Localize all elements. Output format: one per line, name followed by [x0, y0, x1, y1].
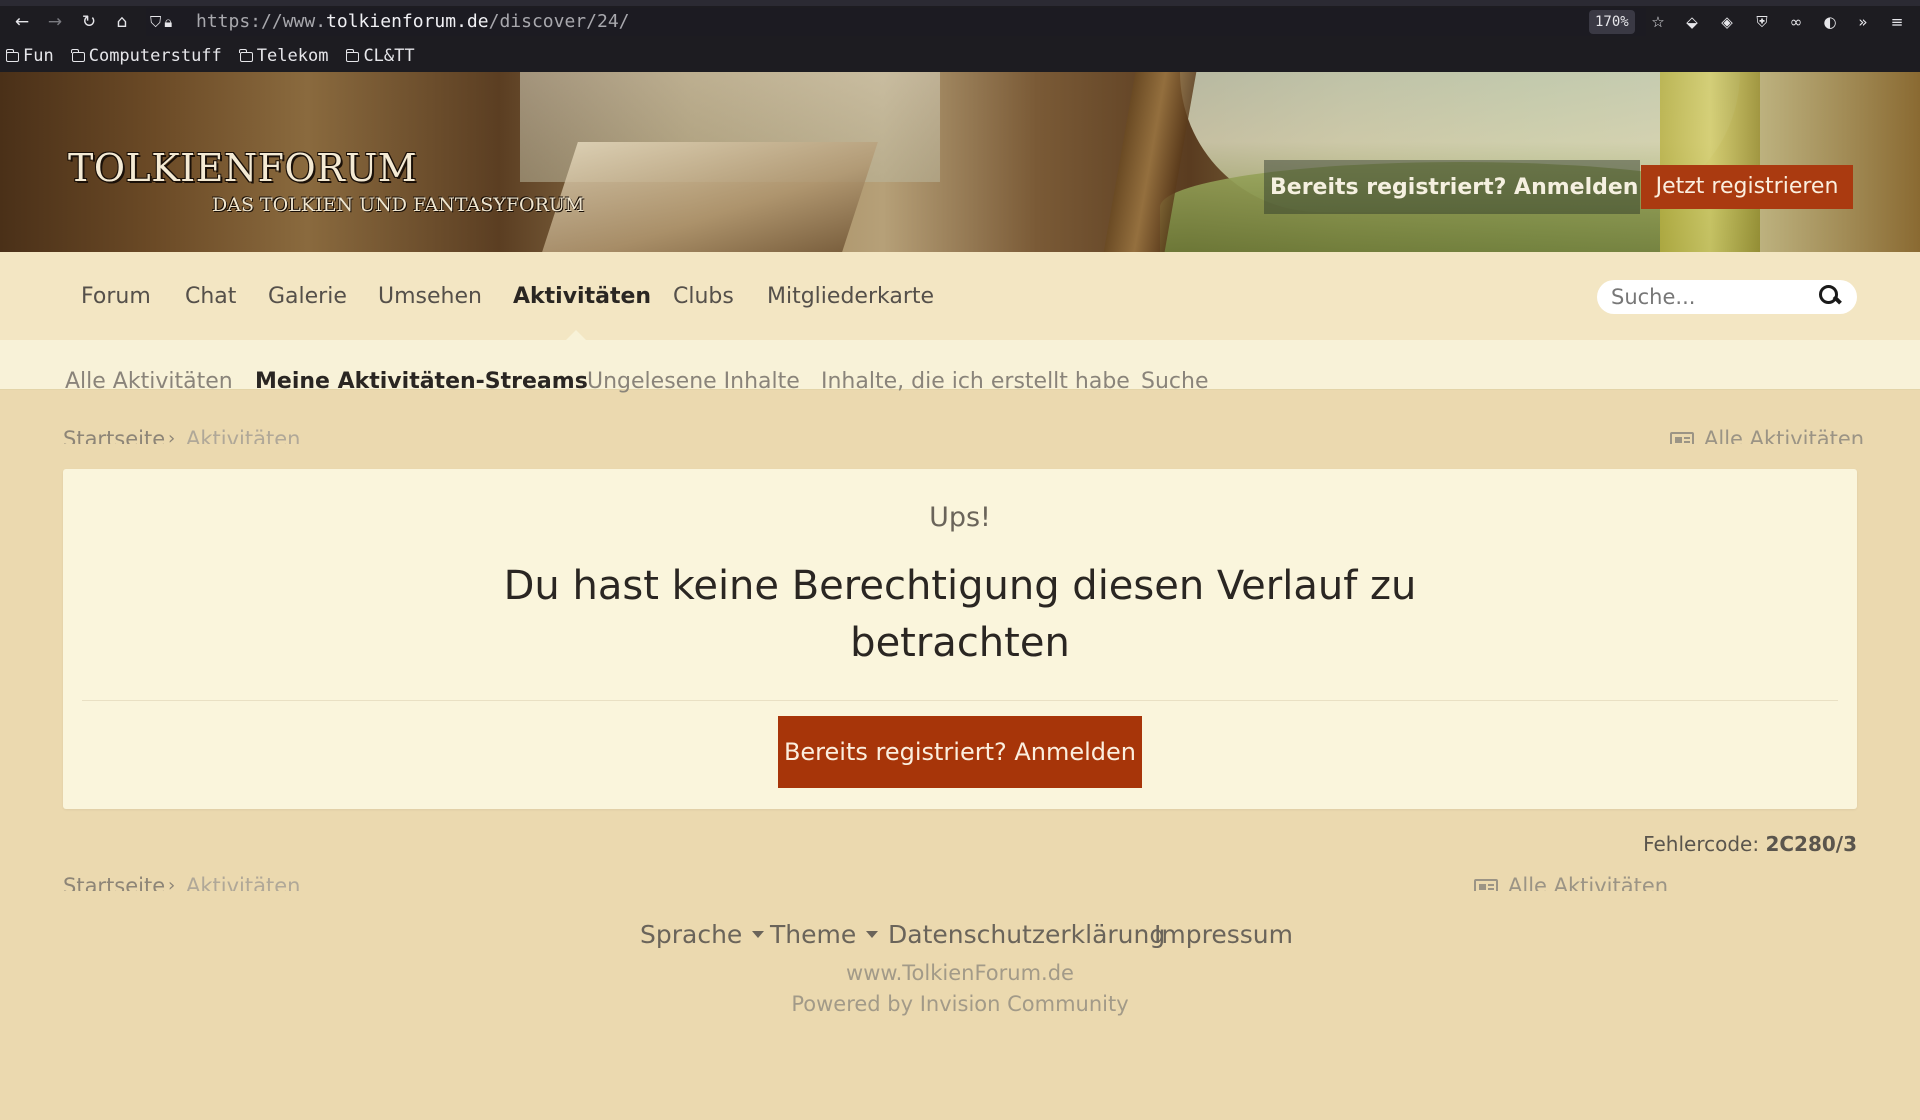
bookmark-star-icon[interactable]: ☆	[1645, 10, 1671, 34]
home-icon[interactable]: ⌂	[110, 10, 134, 34]
bookmark-folder[interactable]: Telekom	[239, 44, 328, 68]
folder-icon	[239, 49, 253, 62]
error-title: Ups!	[929, 502, 991, 533]
language-menu[interactable]: Sprache	[640, 918, 765, 952]
browser-tabstrip	[0, 0, 1920, 6]
footer-links: Sprache Theme Datenschutzerklärung Impre…	[0, 918, 1920, 952]
extension-icon[interactable]: ◈	[1714, 10, 1740, 34]
caret-down-icon	[752, 930, 765, 938]
footer-powered-by[interactable]: Powered by Invision Community	[0, 990, 1920, 1018]
signin-dropdown[interactable]: Bereits registriert? Anmelden	[1270, 172, 1661, 204]
forward-icon[interactable]: →	[43, 10, 67, 34]
tracking-protection-icon[interactable]: ⛉🔒︎	[150, 10, 175, 34]
logo-title: TOLKIENFORUM	[68, 146, 418, 190]
bookmark-folder[interactable]: Computerstuff	[71, 44, 222, 68]
subnav-item-meine-streams[interactable]: Meine Aktivitäten-Streams	[255, 366, 588, 398]
subnav-item-suche[interactable]: Suche	[1141, 366, 1208, 398]
folder-icon	[71, 49, 85, 62]
caret-down-icon	[866, 930, 879, 938]
nav-item-chat[interactable]: Chat	[185, 281, 236, 313]
error-message: Du hast keine Berechtigung diesen Verlau…	[503, 563, 1417, 666]
nav-item-umsehen[interactable]: Umsehen	[378, 281, 482, 313]
breadcrumb-separator: ›	[168, 875, 176, 891]
breadcrumb-home[interactable]: Startseite	[63, 871, 165, 891]
signin-button[interactable]: Bereits registriert? Anmelden	[778, 716, 1142, 788]
subnav-item-alle-aktivitaeten[interactable]: Alle Aktivitäten	[65, 366, 233, 398]
error-code: Fehlercode: 2C280/3	[1643, 832, 1857, 856]
newspaper-icon	[1474, 879, 1498, 891]
all-activity-link[interactable]: Alle Aktivitäten	[1474, 871, 1668, 891]
nav-item-forum[interactable]: Forum	[81, 281, 151, 313]
zoom-level[interactable]: 170%	[1589, 10, 1635, 34]
error-code-value: 2C280/3	[1765, 832, 1857, 856]
hamburger-menu-icon[interactable]: ≡	[1884, 10, 1910, 34]
banner-art	[542, 142, 878, 252]
subnav-item-ungelesene-inhalte[interactable]: Ungelesene Inhalte	[587, 366, 800, 398]
banner-art	[1660, 72, 1760, 252]
bookmark-folder[interactable]: Fun	[5, 44, 54, 68]
site-logo[interactable]: TOLKIENFORUM DAS TOLKIEN UND FANTASYFORU…	[68, 145, 584, 216]
pocket-icon[interactable]: ⬙	[1679, 10, 1705, 34]
reload-icon[interactable]: ↻	[77, 10, 101, 34]
overflow-chevron-icon[interactable]: »	[1850, 10, 1876, 34]
breadcrumb-current: Aktivitäten	[186, 874, 301, 891]
nav-item-clubs[interactable]: Clubs	[673, 281, 734, 313]
bookmarks-toolbar: Fun Computerstuff Telekom CL&TT	[5, 44, 415, 68]
search-icon[interactable]	[1817, 283, 1843, 309]
breadcrumb-bottom: Startseite › Aktivitäten Alle Aktivitäte…	[0, 867, 1920, 891]
breadcrumb-home[interactable]: Startseite	[63, 424, 165, 444]
breadcrumb-current: Aktivitäten	[186, 427, 301, 444]
folder-icon	[345, 49, 360, 62]
logo-subtitle: DAS TOLKIEN UND FANTASYFORUM	[212, 194, 585, 216]
nav-item-galerie[interactable]: Galerie	[268, 281, 347, 313]
newspaper-icon	[1670, 432, 1694, 444]
url-text[interactable]: https://www.tolkienforum.de/discover/24/	[196, 9, 630, 35]
all-activity-link[interactable]: Alle Aktivitäten	[1670, 424, 1864, 444]
nav-item-mitgliederkarte[interactable]: Mitgliederkarte	[767, 281, 934, 313]
active-nav-indicator	[566, 330, 586, 340]
imprint-link[interactable]: Impressum	[1154, 918, 1293, 952]
search-input[interactable]	[1611, 282, 1811, 312]
breadcrumb-separator: ›	[168, 428, 176, 444]
nav-item-aktivitaeten[interactable]: Aktivitäten	[513, 281, 651, 313]
register-button[interactable]: Jetzt registrieren	[1641, 165, 1853, 209]
theme-menu[interactable]: Theme	[770, 918, 879, 952]
shield-extension-icon[interactable]: ⛨	[1749, 10, 1775, 34]
privacy-extension-icon[interactable]: ◐	[1817, 10, 1843, 34]
folder-icon	[5, 49, 19, 62]
footer-site-name: www.TolkienForum.de	[846, 961, 1074, 985]
privacy-link[interactable]: Datenschutzerklärung	[888, 918, 1165, 952]
divider	[82, 700, 1838, 701]
glasses-extension-icon[interactable]: ∞	[1783, 10, 1809, 34]
subnav-item-eigene-inhalte[interactable]: Inhalte, die ich erstellt habe	[821, 366, 1130, 398]
back-icon[interactable]: ←	[10, 10, 34, 34]
bookmark-folder[interactable]: CL&TT	[345, 44, 415, 68]
breadcrumb: Startseite › Aktivitäten Alle Aktivitäte…	[0, 420, 1920, 444]
